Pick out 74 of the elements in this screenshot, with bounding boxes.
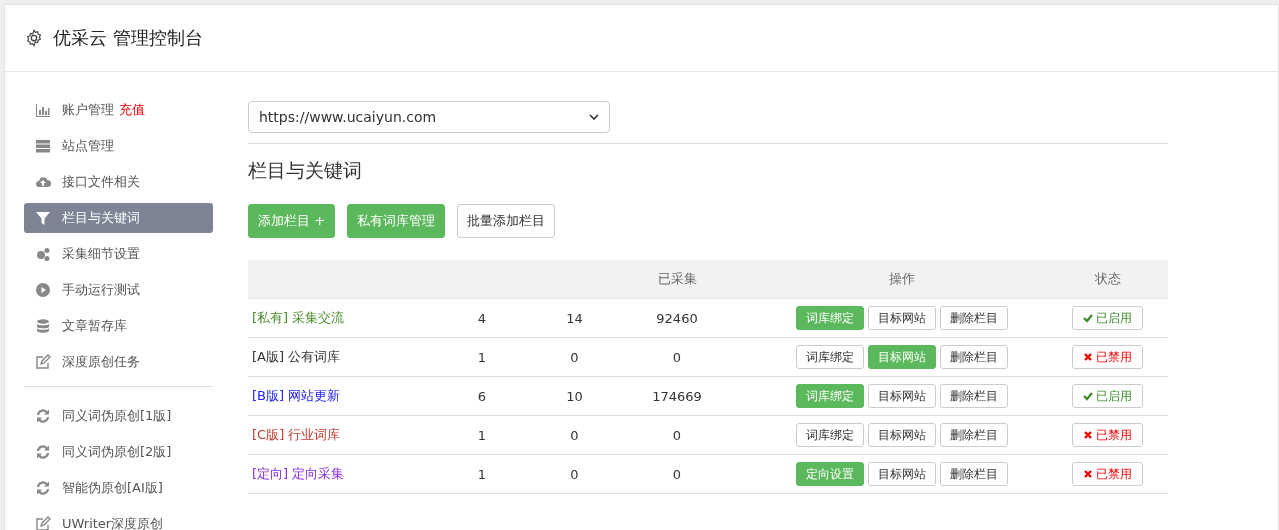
- recharge-link[interactable]: 充值: [119, 101, 145, 119]
- action-button[interactable]: 删除栏目: [940, 306, 1008, 330]
- edit-icon: [35, 516, 51, 530]
- action-button[interactable]: 删除栏目: [940, 423, 1008, 447]
- settings-icon: [25, 29, 43, 47]
- table-cell: 4: [477, 310, 487, 326]
- sidebar-item[interactable]: 栏目与关键词: [24, 203, 213, 233]
- sidebar-item[interactable]: 采集细节设置: [24, 239, 213, 269]
- column-header: 状态: [1094, 270, 1121, 288]
- edit-icon: [35, 354, 51, 370]
- refresh-icon: [35, 480, 51, 496]
- table-cell: 92460: [656, 310, 698, 326]
- table-cell: 0: [570, 466, 579, 482]
- sidebar-item[interactable]: 同义词伪原创[1版]: [24, 401, 213, 431]
- sidebar-item[interactable]: 站点管理: [24, 131, 213, 161]
- sidebar-item[interactable]: 同义词伪原创[2版]: [24, 437, 213, 467]
- action-button[interactable]: 目标网站: [868, 423, 936, 447]
- table-cell: 1: [477, 466, 487, 482]
- console-title: 优采云 管理控制台: [53, 26, 203, 50]
- check-icon: [1083, 391, 1093, 401]
- table-cell: 0: [570, 349, 579, 365]
- status-button[interactable]: 已禁用: [1072, 345, 1143, 369]
- server-icon: [35, 138, 51, 154]
- table-cell: 0: [672, 349, 682, 365]
- table-cell: 174669: [652, 388, 702, 404]
- chart-icon: [35, 102, 51, 118]
- play-icon: [35, 282, 51, 298]
- cloud-icon: [35, 174, 51, 190]
- section-title: 栏目与关键词: [248, 158, 363, 183]
- sidebar-item[interactable]: 深度原创任务: [24, 347, 213, 377]
- table-cell: 1: [477, 349, 487, 365]
- action-button[interactable]: 删除栏目: [940, 384, 1008, 408]
- table-cell: [定向] 定向采集: [252, 466, 345, 481]
- sidebar-item[interactable]: UWriter深度原创: [24, 509, 213, 530]
- refresh-icon: [35, 444, 51, 460]
- table-cell: 0: [570, 427, 579, 443]
- cross-icon: [1083, 430, 1093, 440]
- cross-icon: [1083, 352, 1093, 362]
- action-button[interactable]: 目标网站: [868, 462, 936, 486]
- action-button[interactable]: 删除栏目: [940, 345, 1008, 369]
- table-cell: 10: [566, 388, 583, 404]
- toolbar-button[interactable]: 批量添加栏目: [457, 204, 556, 238]
- column-header: 操作: [889, 270, 915, 288]
- sidebar-item[interactable]: 手动运行测试: [24, 275, 213, 305]
- table-cell: 0: [672, 466, 682, 482]
- db-icon: [35, 318, 51, 334]
- refresh-icon: [35, 408, 51, 424]
- cross-icon: [1083, 469, 1093, 479]
- site-dropdown[interactable]: https://www.ucaiyun.com: [248, 101, 610, 133]
- status-button[interactable]: 已启用: [1072, 306, 1143, 330]
- sidebar-item[interactable]: 账户管理 充值: [24, 95, 213, 125]
- table-cell: 14: [566, 310, 583, 326]
- check-icon: [1083, 313, 1093, 323]
- table-cell: [B版] 网站更新: [252, 388, 341, 403]
- action-button[interactable]: 词库绑定: [796, 423, 864, 447]
- status-button[interactable]: 已禁用: [1072, 462, 1143, 486]
- filter-icon: [35, 210, 51, 226]
- action-button[interactable]: 目标网站: [868, 306, 936, 330]
- caret-icon: [589, 114, 599, 120]
- status-button[interactable]: 已启用: [1072, 384, 1143, 408]
- status-button[interactable]: 已禁用: [1072, 423, 1143, 447]
- table-cell: [C版] 行业词库: [252, 427, 341, 442]
- table-cell: [私有] 采集交流: [252, 310, 345, 325]
- sidebar-item[interactable]: 文章暂存库: [24, 311, 213, 341]
- action-button[interactable]: 词库绑定: [796, 345, 864, 369]
- table-cell: 0: [672, 427, 682, 443]
- action-button[interactable]: 目标网站: [868, 384, 936, 408]
- table-cell: 1: [477, 427, 487, 443]
- sidebar-item[interactable]: 智能伪原创[AI版]: [24, 473, 213, 503]
- column-header: 已采集: [657, 271, 697, 286]
- table-cell: 6: [477, 388, 487, 404]
- action-button[interactable]: 删除栏目: [940, 462, 1008, 486]
- table-cell: [A版] 公有词库: [252, 349, 341, 364]
- sidebar-item[interactable]: 接口文件相关: [24, 167, 213, 197]
